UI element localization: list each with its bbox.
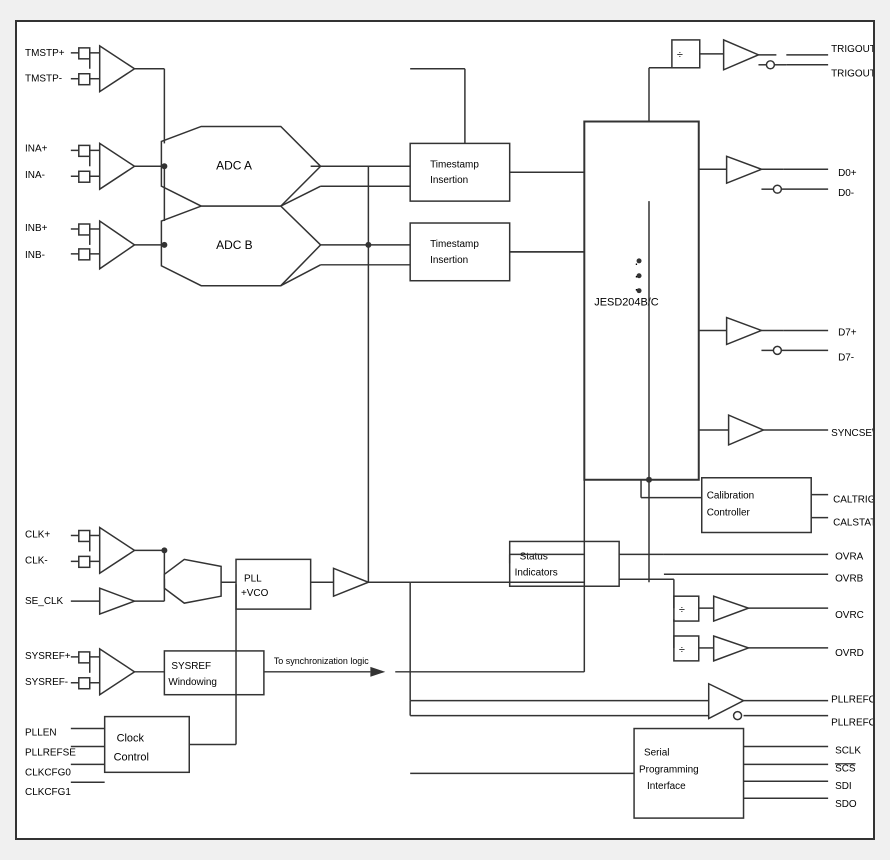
svg-text:CLKCFG0: CLKCFG0 — [25, 767, 71, 778]
svg-text:Windowing: Windowing — [168, 677, 217, 688]
svg-text:SE_CLK: SE_CLK — [25, 596, 63, 607]
svg-text:OVRA: OVRA — [835, 551, 864, 562]
svg-text:OVRB: OVRB — [835, 573, 864, 584]
svg-text:SCLK: SCLK — [835, 745, 861, 756]
svg-text:Controller: Controller — [707, 508, 751, 519]
svg-text:INA+: INA+ — [25, 143, 48, 154]
svg-text:Indicators: Indicators — [515, 567, 558, 578]
svg-text:SYSREF: SYSREF — [171, 661, 211, 672]
diagram-container: TMSTP+ TMSTP- INA+ INA- INB+ INB- CLK+ C… — [15, 20, 875, 840]
svg-text:SDO: SDO — [835, 799, 857, 810]
svg-text:Status: Status — [520, 551, 548, 562]
svg-text:Control: Control — [114, 751, 149, 763]
svg-text:SDI: SDI — [835, 781, 852, 792]
svg-text:INB-: INB- — [25, 250, 45, 261]
svg-text:Insertion: Insertion — [430, 175, 468, 186]
svg-text:D0-: D0- — [838, 188, 854, 199]
svg-text:·: · — [634, 281, 639, 297]
svg-text:ADC A: ADC A — [216, 158, 252, 172]
svg-text:÷: ÷ — [679, 604, 685, 616]
svg-text:CALTRIG: CALTRIG — [833, 495, 875, 506]
svg-text:PLLREFO-: PLLREFO- — [831, 718, 875, 729]
svg-text:SYNCSE\: SYNCSE\ — [831, 428, 875, 439]
svg-text:+VCO: +VCO — [241, 588, 269, 599]
svg-text:÷: ÷ — [679, 644, 685, 656]
svg-text:CLKCFG1: CLKCFG1 — [25, 787, 71, 798]
svg-text:Insertion: Insertion — [430, 255, 468, 266]
svg-text:CLK+: CLK+ — [25, 529, 50, 540]
svg-text:Serial: Serial — [644, 747, 669, 758]
svg-text:PLL: PLL — [244, 573, 262, 584]
svg-text:Clock: Clock — [117, 732, 145, 744]
svg-text:TMSTP+: TMSTP+ — [25, 48, 65, 59]
svg-text:TRIGOUT+: TRIGOUT+ — [831, 44, 875, 55]
svg-text:To synchronization logic: To synchronization logic — [274, 656, 369, 666]
svg-text:PLLEN: PLLEN — [25, 728, 57, 739]
svg-text:TRIGOUT-: TRIGOUT- — [831, 69, 875, 80]
svg-text:D7-: D7- — [838, 352, 854, 363]
svg-text:OVRD: OVRD — [835, 648, 864, 659]
svg-text:CALSTAT: CALSTAT — [833, 518, 875, 529]
svg-text:TMSTP-: TMSTP- — [25, 74, 62, 85]
svg-text:ADC B: ADC B — [216, 238, 253, 252]
svg-text:Programming: Programming — [639, 764, 699, 775]
svg-text:SCS: SCS — [835, 763, 856, 774]
svg-text:D0+: D0+ — [838, 168, 857, 179]
svg-text:Interface: Interface — [647, 781, 686, 792]
svg-text:Calibration: Calibration — [707, 491, 755, 502]
svg-text:Timestamp: Timestamp — [430, 159, 479, 170]
block-diagram-svg: TMSTP+ TMSTP- INA+ INA- INB+ INB- CLK+ C… — [17, 22, 873, 838]
svg-text:PLLREFSE: PLLREFSE — [25, 747, 76, 758]
svg-text:OVRC: OVRC — [835, 610, 864, 621]
svg-text:SYSREF+: SYSREF+ — [25, 651, 71, 662]
svg-text:D7+: D7+ — [838, 327, 857, 338]
svg-text:SYSREF-: SYSREF- — [25, 677, 68, 688]
svg-text:PLLREFO+: PLLREFO+ — [831, 695, 875, 706]
svg-text:÷: ÷ — [677, 49, 683, 61]
svg-text:Timestamp: Timestamp — [430, 239, 479, 250]
svg-text:INA-: INA- — [25, 170, 45, 181]
svg-text:CLK-: CLK- — [25, 555, 48, 566]
svg-text:INB+: INB+ — [25, 223, 48, 234]
